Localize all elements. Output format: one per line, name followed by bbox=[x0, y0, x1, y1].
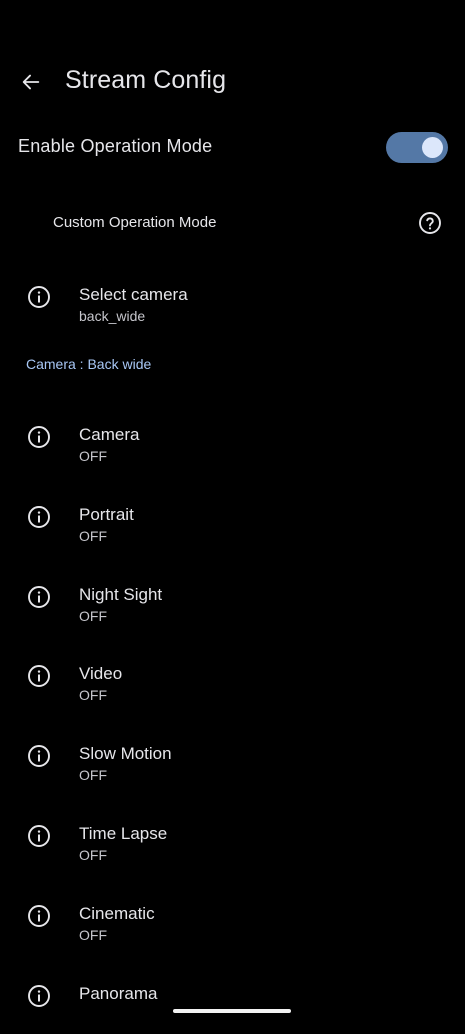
enable-operation-mode-toggle[interactable] bbox=[386, 132, 448, 163]
mode-value: OFF bbox=[79, 767, 107, 783]
mode-value: OFF bbox=[79, 687, 107, 703]
mode-title: Camera bbox=[79, 425, 140, 444]
select-camera-row[interactable]: Select camera back_wide bbox=[0, 273, 465, 335]
info-icon[interactable] bbox=[26, 743, 52, 769]
info-icon[interactable] bbox=[26, 903, 52, 929]
info-icon[interactable] bbox=[26, 983, 52, 1009]
info-icon[interactable] bbox=[26, 823, 52, 849]
mode-title: Cinematic bbox=[79, 904, 155, 923]
arrow-back-icon[interactable] bbox=[14, 62, 48, 102]
help-icon[interactable] bbox=[416, 209, 444, 237]
info-icon[interactable] bbox=[26, 284, 52, 310]
mode-value: OFF bbox=[79, 448, 107, 464]
enable-operation-mode-label: Enable Operation Mode bbox=[18, 136, 213, 156]
toggle-thumb bbox=[422, 137, 443, 158]
mode-row-portrait[interactable]: Portrait OFF bbox=[0, 493, 465, 555]
mode-value: OFF bbox=[79, 847, 107, 863]
page-title: Stream Config bbox=[65, 66, 227, 94]
mode-row-video[interactable]: Video OFF bbox=[0, 652, 465, 714]
gesture-nav-handle[interactable] bbox=[173, 1009, 291, 1013]
section-header-camera: Camera : Back wide bbox=[26, 356, 152, 372]
mode-value: OFF bbox=[79, 528, 107, 544]
mode-row-cinematic[interactable]: Cinematic OFF bbox=[0, 892, 465, 954]
info-icon[interactable] bbox=[26, 424, 52, 450]
info-icon[interactable] bbox=[26, 504, 52, 530]
select-camera-value: back_wide bbox=[79, 308, 146, 324]
mode-row-slow-motion[interactable]: Slow Motion OFF bbox=[0, 732, 465, 794]
mode-row-night-sight[interactable]: Night Sight OFF bbox=[0, 573, 465, 635]
info-icon[interactable] bbox=[26, 663, 52, 689]
custom-operation-mode-row[interactable]: Custom Operation Mode bbox=[0, 200, 465, 246]
mode-row-camera[interactable]: Camera OFF bbox=[0, 413, 465, 475]
mode-title: Panorama bbox=[79, 984, 158, 1003]
mode-row-panorama[interactable]: Panorama bbox=[0, 972, 465, 1034]
enable-operation-mode-row[interactable]: Enable Operation Mode bbox=[0, 124, 465, 172]
mode-value: OFF bbox=[79, 608, 107, 624]
mode-title: Video bbox=[79, 664, 123, 683]
mode-title: Slow Motion bbox=[79, 744, 172, 763]
select-camera-title: Select camera bbox=[79, 285, 188, 304]
top-app-bar: Stream Config bbox=[0, 52, 465, 112]
mode-row-time-lapse[interactable]: Time Lapse OFF bbox=[0, 812, 465, 874]
info-icon[interactable] bbox=[26, 584, 52, 610]
custom-operation-mode-label: Custom Operation Mode bbox=[53, 214, 217, 231]
mode-title: Time Lapse bbox=[79, 824, 168, 843]
mode-title: Portrait bbox=[79, 505, 134, 524]
mode-value: OFF bbox=[79, 927, 107, 943]
mode-title: Night Sight bbox=[79, 585, 163, 604]
